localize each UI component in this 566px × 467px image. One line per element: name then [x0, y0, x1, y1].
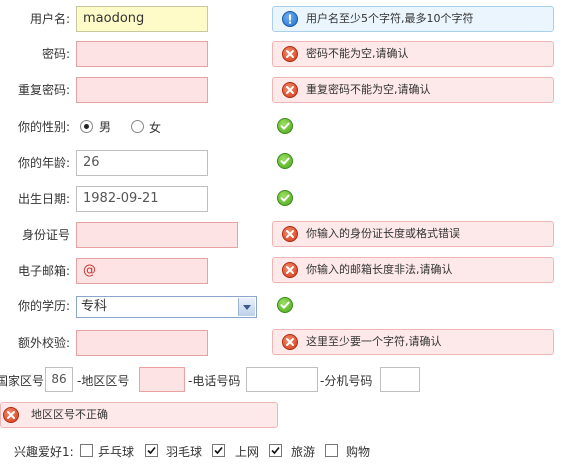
hobbies-label: 兴趣爱好1: — [14, 445, 74, 459]
extra-input[interactable] — [76, 330, 208, 356]
age-input[interactable]: 26 — [76, 150, 208, 176]
checkmark-icon — [277, 153, 293, 169]
error-icon — [282, 226, 298, 242]
country-code-input[interactable]: 86 — [45, 367, 73, 392]
hobby-pingpong-checkbox[interactable] — [80, 444, 93, 457]
birthday-label: 出生日期: — [17, 192, 70, 206]
extension-input[interactable] — [380, 367, 420, 392]
id-card-tip: 你输入的身份证长度或格式错误 — [272, 221, 554, 247]
hobby-badminton-checkbox[interactable] — [145, 444, 158, 457]
id-card-label: 身份证号 — [21, 228, 70, 242]
birthday-input[interactable]: 1982-09-21 — [76, 186, 208, 212]
error-icon — [3, 407, 19, 423]
email-input[interactable]: @ — [76, 258, 208, 284]
username-label: 用户名: — [29, 12, 70, 26]
email-tip: 你输入的邮箱长度非法,请确认 — [272, 257, 554, 283]
extra-label: 额外校验: — [17, 336, 70, 350]
hobby-travel-checkbox[interactable] — [269, 444, 282, 457]
error-icon — [282, 262, 298, 278]
checkmark-icon — [277, 297, 293, 313]
repeat-password-label: 重复密码: — [17, 83, 70, 97]
password-label: 密码: — [41, 47, 70, 61]
info-icon — [282, 11, 298, 27]
username-tip-text: 用户名至少5个字符,最多10个字符 — [306, 12, 474, 25]
repeat-password-tip-text: 重复密码不能为空,请确认 — [306, 83, 431, 96]
education-select[interactable]: 专科 — [76, 296, 257, 318]
hobby-internet-checkbox[interactable] — [212, 444, 225, 457]
gender-female-radio[interactable] — [131, 120, 144, 133]
extra-tip-text: 这里至少要一个字符,请确认 — [306, 335, 442, 348]
repeat-password-input[interactable] — [76, 77, 208, 103]
email-label: 电子邮箱: — [17, 264, 70, 278]
error-icon — [282, 46, 298, 62]
gender-male-label: 男 — [99, 120, 112, 134]
phone-number-label: -电话号码 — [188, 374, 241, 388]
hobby-internet-label: 上网 — [235, 445, 260, 459]
error-icon — [282, 82, 298, 98]
password-tip: 密码不能为空,请确认 — [272, 41, 554, 67]
username-tip: 用户名至少5个字符,最多10个字符 — [272, 6, 554, 32]
education-label: 你的学历: — [17, 299, 70, 313]
id-card-tip-text: 你输入的身份证长度或格式错误 — [306, 227, 460, 240]
password-input[interactable] — [76, 41, 208, 67]
gender-male-radio[interactable] — [80, 120, 93, 133]
hobby-pingpong-label: 乒乓球 — [98, 445, 135, 459]
phone-tip: 地区区号不正确 — [0, 402, 278, 428]
password-tip-text: 密码不能为空,请确认 — [306, 47, 409, 60]
extension-label: -分机号码 — [320, 374, 373, 388]
gender-label: 你的性别: — [17, 120, 70, 134]
area-code-input[interactable] — [139, 367, 185, 392]
email-tip-text: 你输入的邮箱长度非法,请确认 — [306, 263, 453, 276]
education-selected-value: 专科 — [81, 299, 108, 314]
hobby-travel-label: 旅游 — [291, 445, 316, 459]
chevron-down-icon[interactable] — [238, 298, 255, 316]
age-label: 你的年龄: — [17, 156, 70, 170]
checkmark-icon — [277, 190, 293, 206]
phone-number-input[interactable] — [246, 367, 318, 392]
checkmark-icon — [277, 118, 293, 134]
username-input[interactable]: maodong — [76, 6, 208, 32]
id-card-input[interactable] — [76, 222, 238, 248]
error-icon — [282, 334, 298, 350]
hobby-shopping-label: 购物 — [346, 445, 371, 459]
area-code-label: -地区区号 — [77, 374, 130, 388]
extra-tip: 这里至少要一个字符,请确认 — [272, 329, 554, 355]
gender-female-label: 女 — [149, 121, 162, 135]
repeat-password-tip: 重复密码不能为空,请确认 — [272, 77, 554, 103]
phone-tip-text: 地区区号不正确 — [31, 408, 108, 421]
hobby-shopping-checkbox[interactable] — [325, 444, 338, 457]
country-code-label: 国家区号 — [0, 374, 45, 388]
hobby-badminton-label: 羽毛球 — [166, 445, 203, 459]
